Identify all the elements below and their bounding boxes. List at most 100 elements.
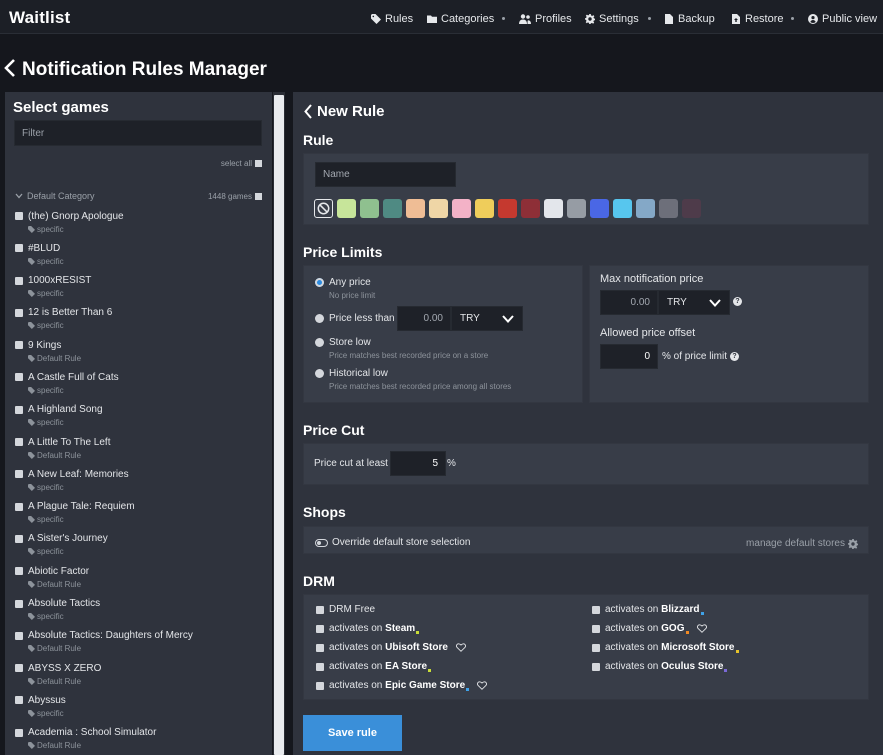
toggle-switch[interactable] (315, 538, 328, 547)
game-checkbox[interactable] (15, 373, 23, 382)
color-swatch[interactable] (498, 199, 517, 218)
color-swatch[interactable] (383, 199, 402, 218)
chevron-down-icon[interactable] (15, 193, 23, 199)
game-checkbox[interactable] (15, 631, 23, 640)
chevron-left-icon[interactable] (304, 104, 312, 119)
drm-free-option[interactable]: DRM Free (316, 604, 375, 615)
game-list-item[interactable]: A Castle Full of Cats specific (15, 370, 265, 402)
select-all-checkbox[interactable] (255, 160, 262, 167)
game-checkbox[interactable] (15, 534, 23, 543)
drm-store-option[interactable]: activates on Epic Game Store (316, 680, 488, 691)
game-list-item[interactable]: A New Leaf: Memories specific (15, 467, 265, 499)
radio-price-less-than[interactable]: Price less than (315, 313, 395, 324)
game-list-item[interactable]: #BLUD specific (15, 241, 265, 273)
game-checkbox[interactable] (15, 341, 23, 350)
drm-store-option[interactable]: activates on Microsoft Store (592, 642, 739, 653)
drm-checkbox[interactable] (592, 643, 600, 652)
help-icon[interactable]: ? (730, 352, 740, 361)
game-checkbox[interactable] (15, 405, 23, 414)
game-checkbox[interactable] (15, 470, 23, 479)
color-swatch[interactable] (613, 199, 632, 218)
radio-button[interactable] (315, 338, 324, 347)
game-checkbox[interactable] (15, 728, 23, 737)
radio-any-price[interactable]: Any price (315, 277, 371, 288)
game-checkbox[interactable] (15, 276, 23, 285)
color-swatch[interactable] (360, 199, 379, 218)
color-swatch[interactable] (659, 199, 678, 218)
price-less-currency-select[interactable]: TRY (451, 306, 523, 331)
game-list-item[interactable]: Absolute Tactics specific (15, 597, 265, 629)
game-list-item[interactable]: Abiotic Factor Default Rule (15, 564, 265, 596)
nav-backup[interactable]: Backup (664, 13, 715, 25)
category-checkbox[interactable] (255, 192, 262, 200)
manage-default-stores-link[interactable]: manage default stores (746, 538, 858, 549)
max-price-input[interactable]: 0.00 (600, 290, 658, 315)
drm-store-option[interactable]: activates on GOG (592, 623, 707, 634)
drm-store-option[interactable]: activates on Blizzard (592, 604, 704, 615)
back-link[interactable]: New Rule (304, 103, 385, 120)
game-list-item[interactable]: 12 is Better Than 6 specific (15, 306, 265, 338)
color-swatch[interactable] (636, 199, 655, 218)
game-checkbox[interactable] (15, 599, 23, 608)
nav-settings[interactable]: Settings (585, 13, 639, 25)
scrollbar[interactable] (273, 92, 285, 755)
drm-checkbox[interactable] (316, 662, 324, 671)
save-rule-button[interactable]: Save rule (303, 715, 402, 751)
game-list-item[interactable]: 9 Kings Default Rule (15, 338, 265, 370)
radio-button[interactable] (315, 278, 324, 287)
game-checkbox[interactable] (15, 664, 23, 673)
drm-checkbox[interactable] (592, 662, 600, 671)
drm-checkbox[interactable] (316, 605, 324, 614)
price-cut-input[interactable]: 5 (390, 451, 446, 476)
drm-checkbox[interactable] (592, 605, 600, 614)
nav-public-view[interactable]: Public view (808, 13, 877, 25)
color-swatch[interactable] (567, 199, 586, 218)
rule-name-input[interactable] (315, 162, 456, 187)
color-swatch[interactable] (475, 199, 494, 218)
select-all-toggle[interactable]: select all (221, 159, 262, 168)
color-swatch[interactable] (682, 199, 701, 218)
game-checkbox[interactable] (15, 308, 23, 317)
drm-checkbox[interactable] (592, 624, 600, 633)
drm-checkbox[interactable] (316, 681, 324, 690)
price-less-than-input[interactable]: 0.00 (397, 306, 451, 331)
color-swatch[interactable] (452, 199, 471, 218)
nav-categories[interactable]: Categories (427, 13, 494, 25)
color-swatch[interactable] (544, 199, 563, 218)
game-list-item[interactable]: (the) Gnorp Apologue specific (15, 209, 265, 241)
game-checkbox[interactable] (15, 567, 23, 576)
radio-historical-low[interactable]: Historical low (315, 368, 388, 379)
game-checkbox[interactable] (15, 244, 23, 253)
override-stores-toggle[interactable]: Override default store selection (315, 537, 470, 548)
game-list-item[interactable]: ABYSS X ZERO Default Rule (15, 661, 265, 693)
drm-store-option[interactable]: activates on Oculus Store (592, 661, 728, 672)
brand-logo[interactable]: Waitlist (9, 8, 70, 28)
game-list-item[interactable]: A Plague Tale: Requiem specific (15, 500, 265, 532)
no-color-swatch[interactable] (314, 199, 333, 218)
radio-button[interactable] (315, 314, 324, 323)
color-swatch[interactable] (406, 199, 425, 218)
game-checkbox[interactable] (15, 502, 23, 511)
radio-store-low[interactable]: Store low (315, 337, 371, 348)
offset-input[interactable]: 0 (600, 344, 658, 369)
color-swatch[interactable] (590, 199, 609, 218)
game-list-item[interactable]: A Highland Song specific (15, 403, 265, 435)
chevron-left-icon[interactable] (4, 58, 16, 81)
color-swatch[interactable] (337, 199, 356, 218)
scrollbar-thumb[interactable] (274, 95, 284, 755)
filter-input[interactable] (14, 120, 262, 146)
drm-store-option[interactable]: activates on Steam (316, 623, 420, 634)
game-checkbox[interactable] (15, 438, 23, 447)
game-list-item[interactable]: 1000xRESIST specific (15, 274, 265, 306)
drm-checkbox[interactable] (316, 624, 324, 633)
game-list-item[interactable]: A Sister's Journey specific (15, 532, 265, 564)
game-checkbox[interactable] (15, 696, 23, 705)
color-swatch[interactable] (429, 199, 448, 218)
drm-store-option[interactable]: activates on EA Store (316, 661, 432, 672)
game-checkbox[interactable] (15, 212, 23, 220)
radio-button[interactable] (315, 369, 324, 378)
help-icon[interactable]: ? (733, 297, 742, 306)
nav-restore[interactable]: Restore (731, 13, 784, 25)
game-list-item[interactable]: Absolute Tactics: Daughters of Mercy Defa… (15, 629, 265, 661)
max-price-currency-select[interactable]: TRY (658, 290, 730, 315)
